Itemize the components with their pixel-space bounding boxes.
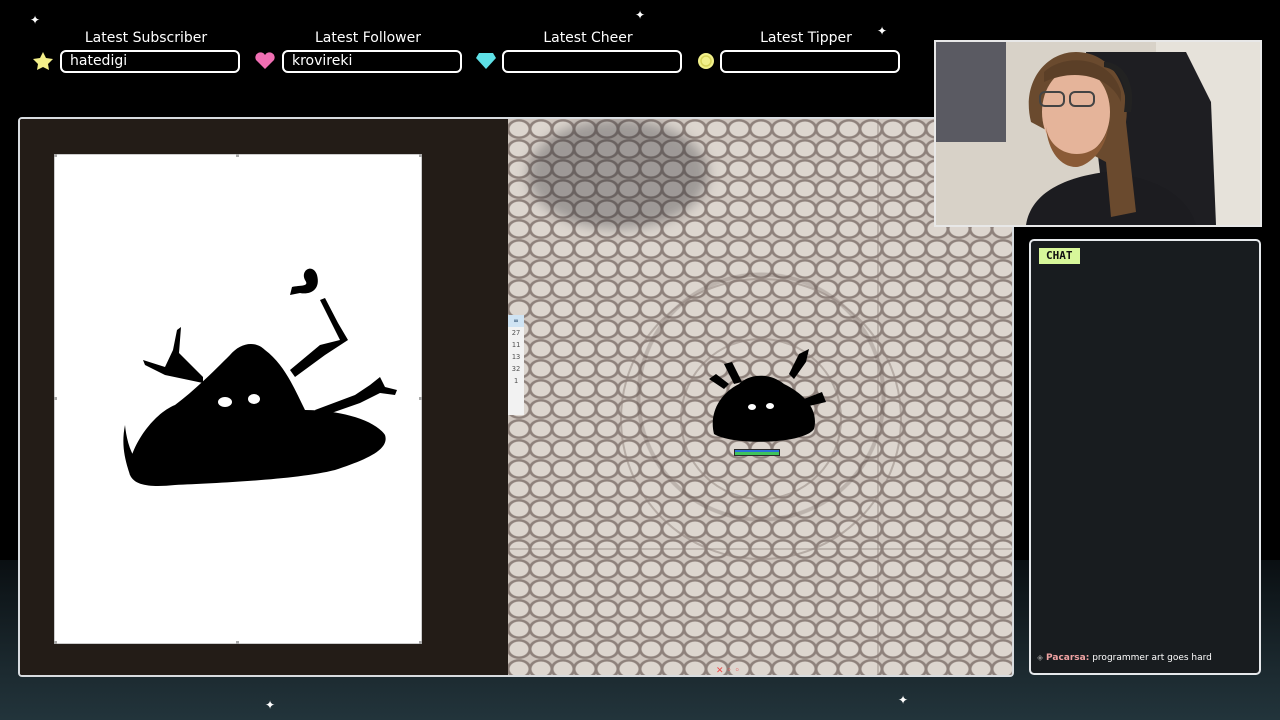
sparkle-icon: ✦ xyxy=(898,693,909,707)
streamer-webcam-image xyxy=(936,42,1260,225)
alert-title: Latest Follower xyxy=(315,30,421,46)
heart-icon xyxy=(255,52,275,69)
resize-handle[interactable] xyxy=(54,397,57,400)
sparkle-icon: ✦ xyxy=(635,8,646,22)
paint-workspace xyxy=(20,119,508,675)
sparkle-icon: ✦ xyxy=(30,13,41,27)
sparkle-icon: ✦ xyxy=(265,698,276,712)
drawing-canvas[interactable] xyxy=(54,154,422,644)
alert-title: Latest Tipper xyxy=(760,30,852,46)
shadow-monster-sprite xyxy=(709,349,826,442)
chat-tab[interactable]: CHAT xyxy=(1039,248,1080,264)
alert-title: Latest Subscriber xyxy=(84,30,208,46)
screen-capture-frame: ∞ 27 11 13 32 1 ✕ ◦ ◦ xyxy=(18,117,1014,677)
debug-number-list: ∞ 27 11 13 32 1 xyxy=(508,315,524,415)
list-header: ∞ xyxy=(508,315,524,327)
chat-message: ◈ Pacarsa: programmer art goes hard xyxy=(1037,653,1212,663)
list-item: 11 xyxy=(511,341,521,349)
list-item: 13 xyxy=(511,353,521,361)
resize-handle[interactable] xyxy=(236,154,239,157)
resize-handle[interactable] xyxy=(419,154,422,157)
star-icon xyxy=(33,52,53,70)
gem-icon xyxy=(476,53,496,69)
resize-handle[interactable] xyxy=(419,397,422,400)
monster-health-bar xyxy=(734,449,780,456)
close-icon[interactable]: ✕ ◦ ◦ xyxy=(716,666,740,675)
shadow-monster-drawing xyxy=(123,268,397,486)
list-item: 32 xyxy=(511,365,521,373)
alert-value: hatedigi xyxy=(60,50,240,73)
alert-title: Latest Cheer xyxy=(543,30,633,46)
alert-value xyxy=(502,50,682,73)
chat-panel: CHAT ◈ Pacarsa: programmer art goes hard xyxy=(1029,239,1261,675)
resize-handle[interactable] xyxy=(54,641,57,644)
resize-handle[interactable] xyxy=(236,641,239,644)
chat-username[interactable]: Pacarsa: xyxy=(1046,653,1089,663)
list-item: 1 xyxy=(513,377,519,385)
resize-handle[interactable] xyxy=(419,641,422,644)
list-item: 27 xyxy=(511,329,521,337)
coin-icon xyxy=(698,53,714,69)
alert-value xyxy=(720,50,900,73)
chat-text: programmer art goes hard xyxy=(1092,653,1212,663)
alert-value: krovireki xyxy=(282,50,462,73)
resize-handle[interactable] xyxy=(54,154,57,157)
user-badge-icon: ◈ xyxy=(1037,653,1044,662)
webcam-feed xyxy=(934,40,1262,227)
